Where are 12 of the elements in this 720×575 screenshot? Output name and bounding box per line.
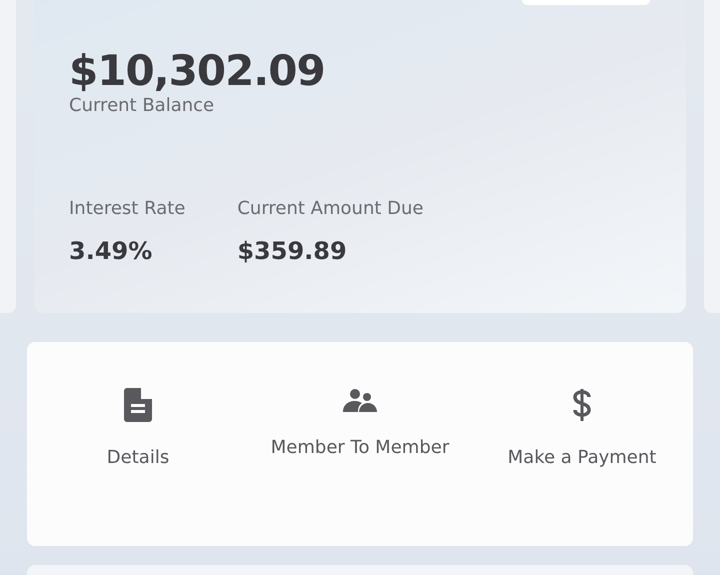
people-icon	[343, 388, 377, 412]
action-button[interactable]: Make a Payment	[471, 388, 693, 472]
stat-value: $359.89	[237, 237, 348, 265]
balance-label: Current Balance	[69, 95, 216, 116]
balance-amount: $10,302.09	[69, 46, 326, 95]
stat-label: Interest Rate	[69, 198, 186, 219]
stat-value: 3.49%	[69, 237, 154, 265]
stat-label: Current Amount Due	[237, 198, 424, 219]
action-button[interactable]: Member To Member	[249, 388, 471, 462]
document-icon	[124, 388, 152, 422]
action-button[interactable]: Details	[27, 388, 249, 472]
dollar-icon	[572, 388, 592, 422]
